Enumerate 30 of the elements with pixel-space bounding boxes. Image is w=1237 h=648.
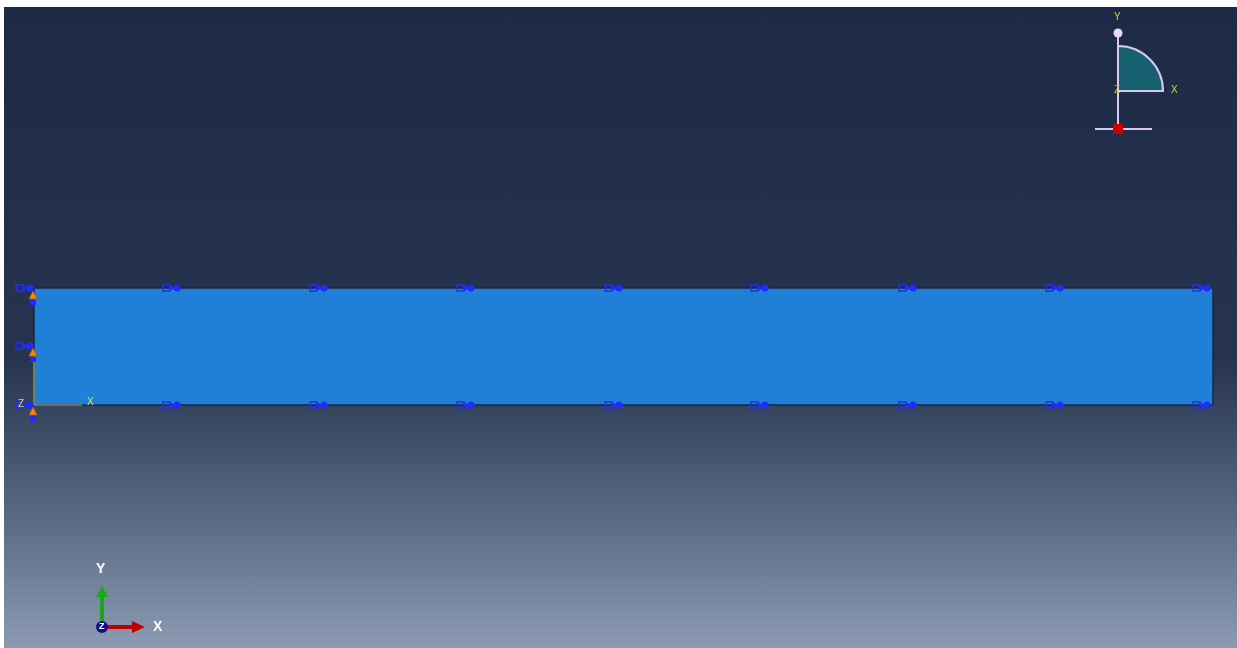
axis-label: Y [96,561,106,575]
boundary-condition-icon [15,284,34,292]
boundary-condition-icon [456,401,475,409]
support-icon [28,406,38,421]
boundary-condition-icon [1045,284,1064,292]
axis-label: Z [99,622,105,631]
part-rectangle[interactable] [33,287,1214,406]
boundary-condition-icon [750,401,769,409]
triad-x-arrow [106,621,145,633]
boundary-condition-icon [1192,401,1211,409]
boundary-condition-icon [162,401,181,409]
view-manipulator-drawing[interactable] [1094,28,1164,134]
boundary-condition-icon [750,284,769,292]
axis-label: Y [1114,12,1121,22]
boundary-condition-icon [1045,401,1064,409]
triad-y-arrow [96,586,108,622]
boundary-condition-icon [604,401,623,409]
boundary-condition-icon [456,284,475,292]
boundary-condition-icon [309,401,328,409]
boundary-condition-icon [898,401,917,409]
boundary-condition-icon [898,284,917,292]
support-icon [28,347,38,362]
boundary-condition-icon [309,284,328,292]
axis-label: X [153,619,163,633]
axis-label: X [1171,85,1178,95]
boundary-condition-icon [1192,284,1211,292]
boundary-condition-icon [604,284,623,292]
support-icon [28,290,38,305]
boundary-condition-icon [162,284,181,292]
boundary-condition-icon [15,342,34,350]
